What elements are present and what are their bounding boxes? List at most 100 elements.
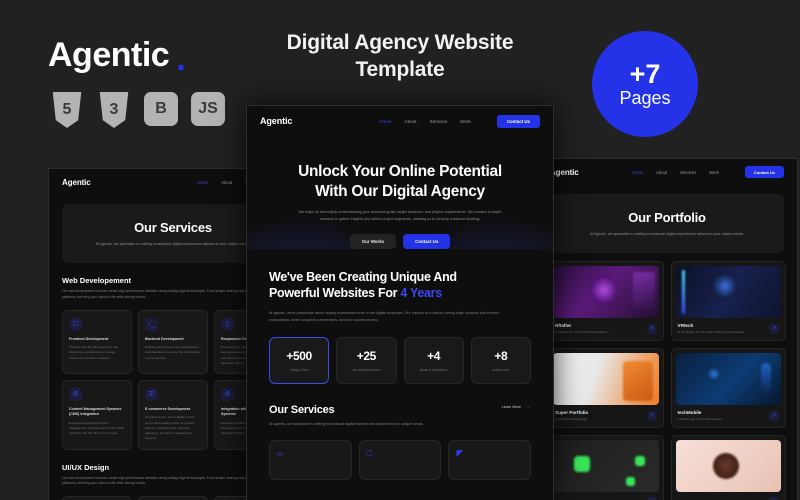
services-title: Our Services xyxy=(269,404,335,417)
service-card[interactable]: ‹› xyxy=(269,439,352,480)
stat-value: +4 xyxy=(427,349,441,364)
service-card-text: Empowering efficient content management … xyxy=(69,420,125,436)
hero-title: Unlock Your Online Potential With Our Di… xyxy=(271,162,529,202)
project-meta: Super Portfolio a portfolio landing page… xyxy=(553,410,659,423)
portfolio-card[interactable]: VRtech an UI design for an virtual reali… xyxy=(670,261,786,342)
external-link-icon[interactable]: ↗ xyxy=(769,410,779,421)
stat-card: +25 successful projects xyxy=(336,337,397,385)
portfolio-card[interactable]: ↗ xyxy=(548,435,664,500)
contact-us-button[interactable]: Contact Us xyxy=(744,166,784,178)
service-card-title: Content Management Systems (CMS) Integra… xyxy=(69,407,122,417)
learn-more-link[interactable]: Learn More → xyxy=(502,404,531,410)
stat-value: +25 xyxy=(356,349,377,364)
about-heading: We've Been Creating Unique And Powerful … xyxy=(269,269,531,302)
about-heading-line2-text: Powerful Websites For xyxy=(269,286,401,301)
poster-root: Agentic . 5 3 B JS Digital Agency Websit… xyxy=(0,0,800,500)
nav-link-work[interactable]: Work xyxy=(460,119,471,124)
mockup-portfolio-page: Agentic Home About Services Work Contact… xyxy=(536,158,798,500)
nav-link-home[interactable]: Home xyxy=(632,170,643,175)
mobile-icon: ▯ xyxy=(221,317,234,331)
project-desc: a portfolio landing page xyxy=(555,417,588,422)
code-icon: ‹› xyxy=(277,447,283,458)
service-card-text: Creating secure and scalable online stor… xyxy=(145,415,195,441)
services-header: Our Services Learn More → xyxy=(269,404,531,416)
brand-dot: . xyxy=(176,40,186,79)
project-thumbnail xyxy=(675,353,781,406)
stat-card: +8 awards won xyxy=(470,337,531,385)
nav-link-about[interactable]: About xyxy=(221,180,232,185)
hero-title-line2: With Our Digital Agency xyxy=(315,183,485,201)
bootstrap-icon: B xyxy=(144,92,178,126)
hero-buttons: Our Works Contact Us xyxy=(271,233,529,249)
css3-icon: 3 xyxy=(99,92,129,128)
project-thumbnail xyxy=(553,266,659,319)
service-card-title: Backend Development xyxy=(145,336,184,341)
html5-icon: 5 xyxy=(52,92,82,128)
pages-badge: +7 Pages xyxy=(592,31,698,137)
nav-link-about[interactable]: About xyxy=(405,119,417,124)
portfolio-card[interactable]: ↗ xyxy=(670,435,786,500)
right-navbar: Agentic Home About Services Work Contact… xyxy=(537,159,797,185)
arrow-right-icon: → xyxy=(525,404,531,411)
right-hero-subtitle: At Agentic, we specialize in crafting ex… xyxy=(589,232,745,236)
service-card[interactable]: ⚿ E-commerce Development Creating secure… xyxy=(138,380,208,450)
project-thumbnail xyxy=(675,266,781,319)
about-heading-line1: We've Been Creating Unique And xyxy=(269,269,457,284)
service-card[interactable]: ◤ xyxy=(448,439,531,480)
project-thumbnail xyxy=(553,440,659,493)
about-heading-accent: 4 Years xyxy=(400,286,442,301)
project-name: VRtech xyxy=(677,323,694,329)
service-card[interactable]: ▤ User Research and Analysis xyxy=(62,496,132,500)
window-icon: □ xyxy=(366,447,373,458)
service-card-title: Frontend Development xyxy=(69,336,109,341)
our-works-button[interactable]: Our Works xyxy=(349,233,397,249)
nav-link-about[interactable]: About xyxy=(656,170,667,175)
hero-title-line1: Unlock Your Online Potential xyxy=(298,163,502,180)
nav-link-home[interactable]: Home xyxy=(197,180,208,185)
service-card-text: Crafting user-friendly interfaces and in… xyxy=(69,345,119,360)
monitor-icon: ☐ xyxy=(69,317,82,331)
portfolio-card[interactable]: techMobile a Mobile app for android and … xyxy=(670,348,786,429)
nav-link-home[interactable]: Home xyxy=(379,119,391,124)
portfolio-card[interactable]: Super Portfolio a portfolio landing page… xyxy=(548,348,664,429)
nav-link-work[interactable]: Work xyxy=(709,170,719,175)
external-link-icon[interactable]: ↗ xyxy=(646,410,657,421)
project-meta: Nftafter a website for an nft blockchain… xyxy=(553,323,659,336)
mockup-home-page: Agentic Home About Services Work Contact… xyxy=(246,105,554,500)
nav-link-services[interactable]: Services xyxy=(430,119,448,124)
contact-us-button[interactable]: Contact Us xyxy=(496,114,540,128)
right-nav-links: Home About Services Work xyxy=(632,170,719,175)
hero-contact-us-button[interactable]: Contact Us xyxy=(403,233,451,249)
stat-value: +8 xyxy=(494,349,508,364)
terminal-icon: ›_ xyxy=(145,317,158,331)
portfolio-card[interactable]: Nftafter a website for an nft blockchain… xyxy=(548,261,664,342)
cms-icon: ⚙ xyxy=(69,388,82,402)
hero-subtitle: We begin by thoroughly understanding you… xyxy=(298,210,502,222)
stat-card: +4 years of experience xyxy=(403,337,464,385)
pages-badge-count: +7 xyxy=(629,59,661,90)
stat-label: awards won xyxy=(492,368,510,373)
nav-link-services[interactable]: Services xyxy=(680,170,696,175)
service-card[interactable]: ⚙ Content Management Systems (CMS) Integ… xyxy=(62,380,132,450)
services-subtitle: At Agentic, we specialize in crafting ex… xyxy=(269,422,424,427)
brand-name: Agentic xyxy=(48,36,170,74)
stat-label: successful projects xyxy=(352,368,380,373)
right-nav-logo: Agentic xyxy=(550,167,579,177)
service-card[interactable]: ›_ Backend Development Building robust s… xyxy=(138,309,208,375)
project-thumbnail xyxy=(675,440,781,493)
external-link-icon[interactable]: ↗ xyxy=(769,323,779,334)
right-hero-title: Our Portfolio xyxy=(628,210,706,225)
center-nav-logo: Agentic xyxy=(260,116,293,126)
right-hero-card: Our Portfolio At Agentic, we specialize … xyxy=(550,194,784,254)
external-link-icon[interactable]: ↗ xyxy=(646,323,657,334)
service-card-text: Building robust server-side applications… xyxy=(145,345,201,360)
gear-icon: ⚙ xyxy=(221,388,234,402)
service-card[interactable]: ☐ Frontend Development Crafting user-fri… xyxy=(62,309,132,375)
stat-value: +500 xyxy=(286,349,312,364)
service-card[interactable]: ✄ Wireframing and Prototyping xyxy=(138,496,208,500)
services-section: Our Services Learn More → At Agentic, we… xyxy=(247,384,553,480)
service-card[interactable]: □ xyxy=(358,439,442,480)
left-nav-logo: Agentic xyxy=(62,177,91,187)
stat-card: +500 Happy Client xyxy=(269,337,330,385)
left-hero-subtitle: At Agentic, we specialize in crafting ex… xyxy=(95,242,251,246)
